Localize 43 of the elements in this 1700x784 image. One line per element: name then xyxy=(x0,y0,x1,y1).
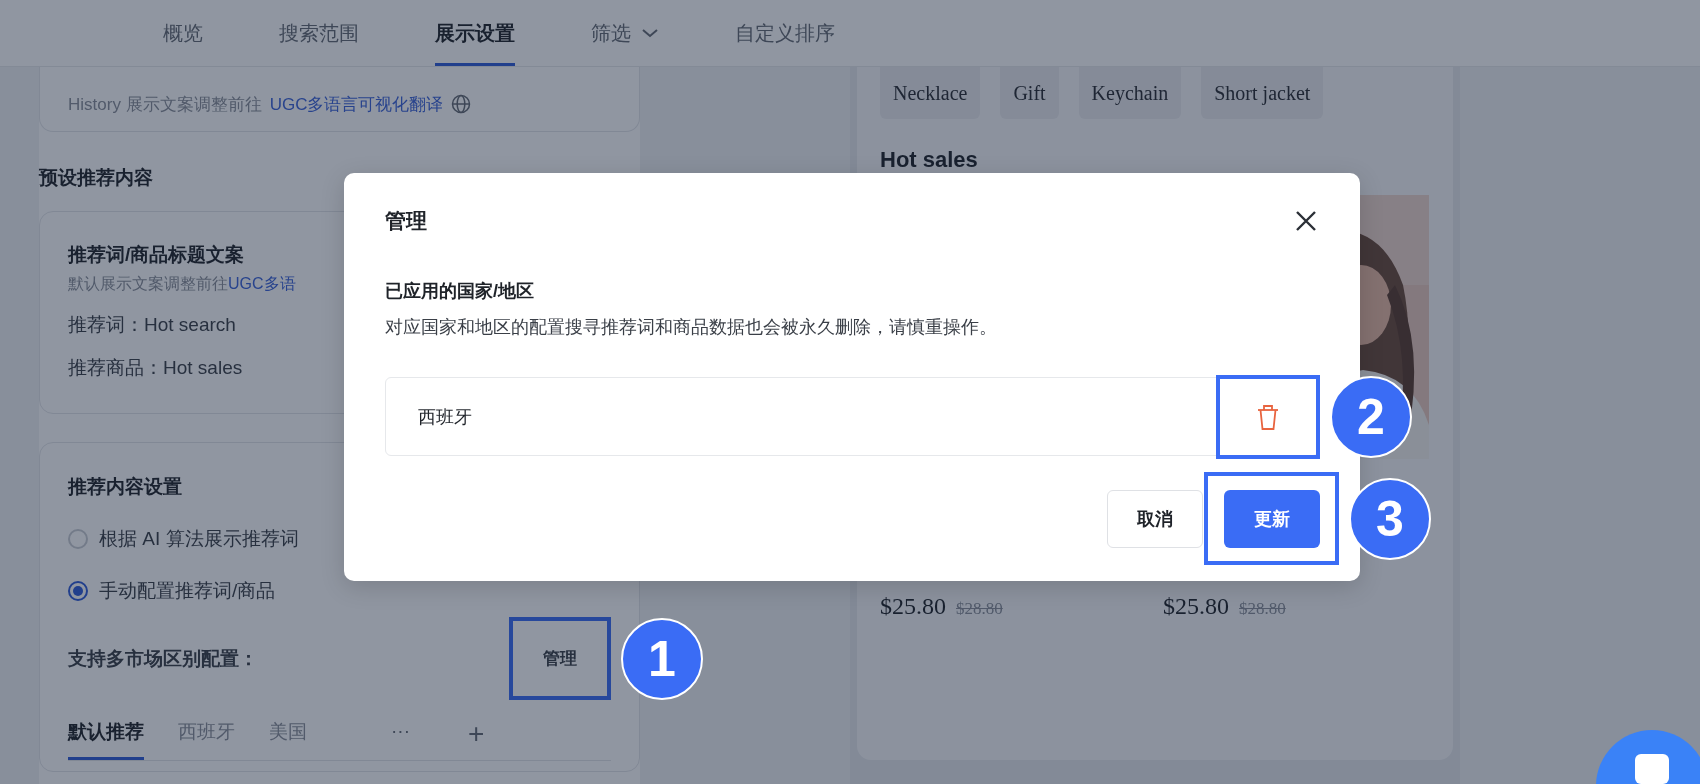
search-tag[interactable]: Short jacket xyxy=(1201,67,1324,119)
setting-line: 推荐商品：Hot sales xyxy=(68,356,243,380)
card-title: 推荐内容设置 xyxy=(68,475,182,499)
section-title: 预设推荐内容 xyxy=(39,166,154,190)
dialog-description: 对应国家和地区的配置搜寻推荐词和商品数据也会被永久删除，请慎重操作。 xyxy=(385,316,998,339)
nav-tab[interactable]: 搜索范围 xyxy=(279,0,359,66)
setting-line: 推荐词：Hot search xyxy=(68,313,236,337)
original-price: $28.80 xyxy=(956,599,1003,619)
nav-tab[interactable]: 概览 xyxy=(163,0,203,66)
radio-label[interactable]: 手动配置推荐词/商品 xyxy=(99,578,276,604)
trash-icon[interactable] xyxy=(1256,402,1280,431)
update-button[interactable]: 更新 xyxy=(1223,489,1320,548)
translate-link[interactable]: UGC多语 xyxy=(228,275,296,292)
history-note: History 展示文案调整前往 xyxy=(68,93,262,116)
original-price: $28.80 xyxy=(1239,599,1286,619)
step-badge: 1 xyxy=(621,617,703,700)
translate-link[interactable]: UGC多语言可视化翻译 xyxy=(269,92,444,116)
radio-label[interactable]: 根据 AI 算法展示推荐词 xyxy=(99,526,299,552)
product-price: $25.80 xyxy=(1163,593,1229,620)
nav-tab[interactable]: 自定义排序 xyxy=(735,0,835,66)
search-tag[interactable]: Necklace xyxy=(880,67,981,119)
card-note: 默认展示文案调整前往UGC多语 xyxy=(68,274,296,294)
cancel-button[interactable]: 取消 xyxy=(1107,489,1203,548)
region-name: 西班牙 xyxy=(418,405,472,429)
more-button[interactable]: ··· xyxy=(391,720,410,760)
product-price: $25.80 xyxy=(880,593,946,620)
globe-icon xyxy=(451,94,472,114)
search-tag[interactable]: Keychain xyxy=(1078,67,1182,119)
add-button[interactable]: + xyxy=(468,718,485,760)
card-title: 推荐词/商品标题文案 xyxy=(68,243,245,267)
radio-button[interactable] xyxy=(68,581,88,601)
chevron-down-icon xyxy=(641,27,659,39)
dialog-subtitle: 已应用的国家/地区 xyxy=(385,280,535,303)
market-tab[interactable]: 美国 xyxy=(269,719,307,760)
market-tab[interactable]: 默认推荐 xyxy=(68,719,144,760)
search-tag[interactable]: Gift xyxy=(1000,67,1059,119)
market-label: 支持多市场区别配置： xyxy=(68,646,258,671)
nav-tab[interactable]: 筛选 xyxy=(591,0,659,66)
section-title: Hot sales xyxy=(880,147,979,171)
market-tab[interactable]: 西班牙 xyxy=(178,719,235,760)
step-badge: 2 xyxy=(1330,375,1412,458)
manage-button[interactable]: 管理 xyxy=(537,641,583,676)
dialog-title: 管理 xyxy=(385,208,427,234)
